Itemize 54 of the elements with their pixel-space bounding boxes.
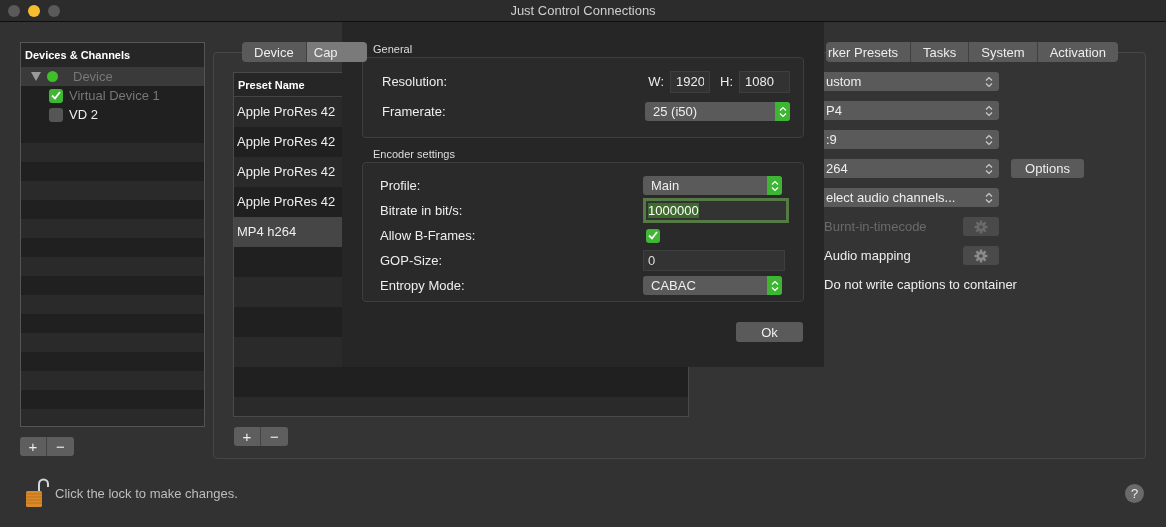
group-title: Encoder settings <box>372 147 456 161</box>
lock-hint-text: Click the lock to make changes. <box>55 485 238 501</box>
field-label: GOP-Size: <box>380 253 443 268</box>
popup-button[interactable]: 25 (i50) <box>645 102 790 121</box>
field-label: W: <box>648 74 664 89</box>
remove-button[interactable]: − <box>261 427 288 446</box>
tab[interactable]: System <box>969 42 1038 62</box>
add-button[interactable]: + <box>234 427 261 446</box>
group-title: General <box>372 42 414 56</box>
field-label: Entropy Mode: <box>380 278 465 293</box>
input-field[interactable]: 0 <box>643 250 785 271</box>
up-down-chevron-icon <box>985 75 993 88</box>
tab[interactable]: Tasks <box>911 42 970 62</box>
tab[interactable]: Device <box>242 42 307 62</box>
setting-label: Do not write captions to container <box>823 277 1018 292</box>
device-label: Device <box>73 69 113 84</box>
up-down-chevron-icon <box>778 105 787 118</box>
field-label: Bitrate in bit/s: <box>380 203 463 218</box>
field-label: Profile: <box>380 178 421 193</box>
field-label: Allow B-Frames: <box>380 228 476 243</box>
column-header: Preset Name <box>237 78 305 91</box>
up-down-chevron-icon <box>770 279 779 292</box>
channel-label: VD 2 <box>69 107 98 122</box>
up-down-chevron-icon <box>985 191 993 204</box>
window-title: Just Control Connections <box>510 3 656 18</box>
settings-button[interactable] <box>963 246 999 265</box>
field-label: Framerate: <box>382 104 446 119</box>
field-label: H: <box>720 74 733 89</box>
checkbox[interactable] <box>646 228 660 243</box>
up-down-chevron-icon <box>985 104 993 117</box>
help-button[interactable]: ? <box>1125 483 1144 503</box>
remove-button[interactable]: − <box>47 437 74 456</box>
popup-button[interactable]: CABAC <box>643 276 782 295</box>
tab[interactable]: Activation <box>1037 42 1118 62</box>
input-field[interactable]: 1000000 <box>643 198 789 223</box>
column-header: Devices & Channels <box>21 43 204 67</box>
height-field[interactable]: 1080 <box>739 70 790 93</box>
field-label: Resolution: <box>382 74 448 89</box>
width-field[interactable]: 1920 <box>670 70 710 93</box>
tab[interactable]: rker Presets <box>825 42 912 62</box>
setting-label: Audio mapping <box>823 247 911 265</box>
tab[interactable]: Cap <box>306 42 367 62</box>
up-down-chevron-icon <box>985 162 993 175</box>
ok-button[interactable]: Ok <box>736 322 803 342</box>
minimize-icon[interactable] <box>28 5 40 17</box>
gear-icon <box>974 219 988 234</box>
popup-button[interactable]: Main <box>643 176 782 195</box>
gear-icon <box>974 248 988 263</box>
add-button[interactable]: + <box>20 437 47 456</box>
channel-label: Virtual Device 1 <box>69 88 160 103</box>
up-down-chevron-icon <box>770 179 779 192</box>
options-button[interactable]: Options <box>1011 159 1084 178</box>
up-down-chevron-icon <box>985 133 993 146</box>
unlocked-padlock-icon[interactable] <box>25 478 49 508</box>
